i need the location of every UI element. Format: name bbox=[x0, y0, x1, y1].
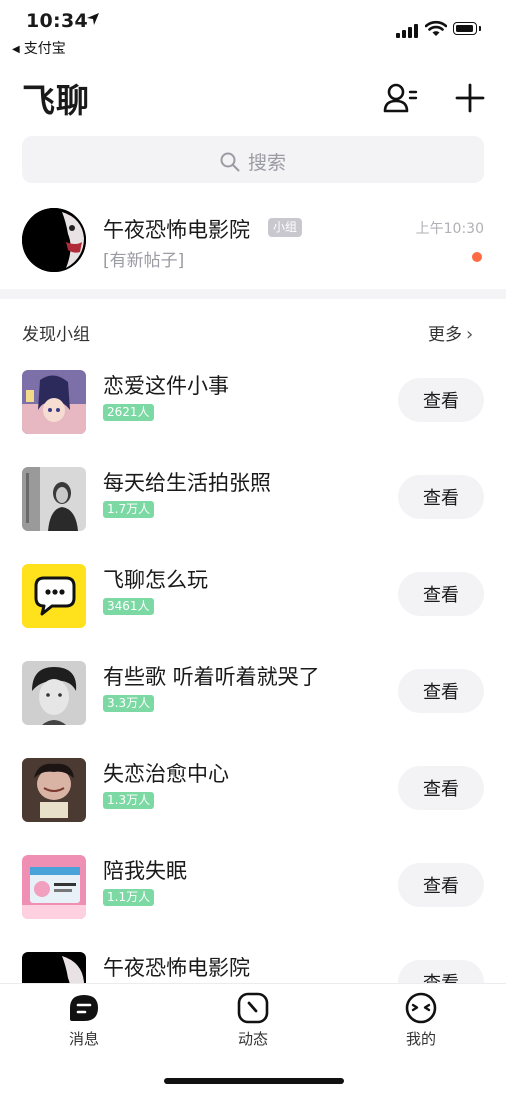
list-item[interactable]: 陪我失眠 1.1万人 查看 bbox=[0, 843, 506, 933]
cellular-signal-icon bbox=[396, 24, 420, 38]
group-thumbnail bbox=[22, 467, 86, 531]
tab-profile[interactable]: 我的 bbox=[381, 992, 461, 1049]
wifi-icon bbox=[425, 20, 447, 36]
more-label: 更多 bbox=[428, 325, 462, 345]
view-button[interactable]: 查看 bbox=[398, 766, 484, 810]
list-item[interactable]: 飞聊怎么玩 3461人 查看 bbox=[0, 552, 506, 642]
discover-section-title: 发现小组 bbox=[22, 325, 90, 345]
member-count-badge: 1.7万人 bbox=[103, 501, 155, 518]
tab-activity[interactable]: 动态 bbox=[213, 992, 293, 1049]
group-name: 每天给生活拍张照 bbox=[103, 471, 271, 495]
group-thumbnail bbox=[22, 370, 86, 434]
view-button[interactable]: 查看 bbox=[398, 475, 484, 519]
more-link[interactable]: 更多 › bbox=[428, 320, 473, 345]
add-icon[interactable] bbox=[454, 82, 486, 114]
search-icon bbox=[220, 152, 240, 172]
group-name: 恋爱这件小事 bbox=[103, 374, 229, 398]
tab-label: 动态 bbox=[237, 1030, 268, 1048]
page-title: 飞聊 bbox=[22, 81, 90, 120]
member-count-badge: 1.3万人 bbox=[103, 792, 155, 809]
group-name: 午夜恐怖电影院 bbox=[103, 956, 250, 980]
tab-label: 消息 bbox=[68, 1030, 99, 1048]
profile-icon bbox=[405, 992, 437, 1024]
home-indicator bbox=[164, 1078, 344, 1084]
activity-icon bbox=[237, 992, 269, 1024]
view-button[interactable]: 查看 bbox=[398, 378, 484, 422]
member-count-badge: 3461人 bbox=[103, 598, 154, 615]
message-icon bbox=[70, 995, 98, 1021]
search-placeholder: 搜索 bbox=[247, 152, 286, 174]
section-divider bbox=[0, 289, 506, 299]
location-arrow-icon bbox=[87, 13, 99, 25]
chevron-right-icon: › bbox=[466, 324, 474, 345]
group-avatar bbox=[22, 208, 86, 272]
group-thumbnail bbox=[22, 758, 86, 822]
back-app-label: 支付宝 bbox=[23, 41, 66, 57]
back-to-app-link[interactable]: ◀ 支付宝 bbox=[12, 38, 66, 58]
group-thumbnail bbox=[22, 564, 86, 628]
group-name: 陪我失眠 bbox=[103, 859, 187, 883]
back-triangle-icon: ◀ bbox=[12, 44, 20, 55]
member-count-badge: 3.3万人 bbox=[103, 695, 155, 712]
view-button[interactable]: 查看 bbox=[398, 572, 484, 616]
group-subtitle: [有新帖子] bbox=[103, 251, 185, 271]
group-name: 有些歌 听着听着就哭了 bbox=[103, 665, 320, 689]
group-thumbnail bbox=[22, 855, 86, 919]
list-item[interactable]: 失恋治愈中心 1.3万人 查看 bbox=[0, 746, 506, 836]
timestamp: 上午10:30 bbox=[415, 221, 484, 237]
member-count-badge: 2621人 bbox=[103, 404, 154, 421]
group-thumbnail bbox=[22, 661, 86, 725]
status-time: 10:34 bbox=[26, 10, 88, 32]
group-name: 午夜恐怖电影院 bbox=[103, 218, 250, 242]
list-item[interactable]: 每天给生活拍张照 1.7万人 查看 bbox=[0, 455, 506, 545]
unread-dot bbox=[472, 252, 482, 262]
battery-icon bbox=[453, 22, 481, 35]
tab-label: 我的 bbox=[405, 1030, 436, 1048]
tab-messages[interactable]: 消息 bbox=[44, 992, 124, 1049]
view-button[interactable]: 查看 bbox=[398, 669, 484, 713]
group-tag-badge: 小组 bbox=[268, 218, 303, 237]
list-item[interactable]: 有些歌 听着听着就哭了 3.3万人 查看 bbox=[0, 649, 506, 739]
contacts-icon[interactable] bbox=[382, 82, 418, 114]
list-item[interactable]: 恋爱这件小事 2621人 查看 bbox=[0, 358, 506, 448]
group-name: 失恋治愈中心 bbox=[103, 762, 229, 786]
view-button[interactable]: 查看 bbox=[398, 863, 484, 907]
group-name: 飞聊怎么玩 bbox=[103, 568, 208, 592]
member-count-badge: 1.1万人 bbox=[103, 889, 155, 906]
joined-group-item[interactable]: 午夜恐怖电影院 小组 [有新帖子] 上午10:30 bbox=[0, 200, 506, 286]
search-bar[interactable]: 搜索 bbox=[22, 136, 484, 183]
